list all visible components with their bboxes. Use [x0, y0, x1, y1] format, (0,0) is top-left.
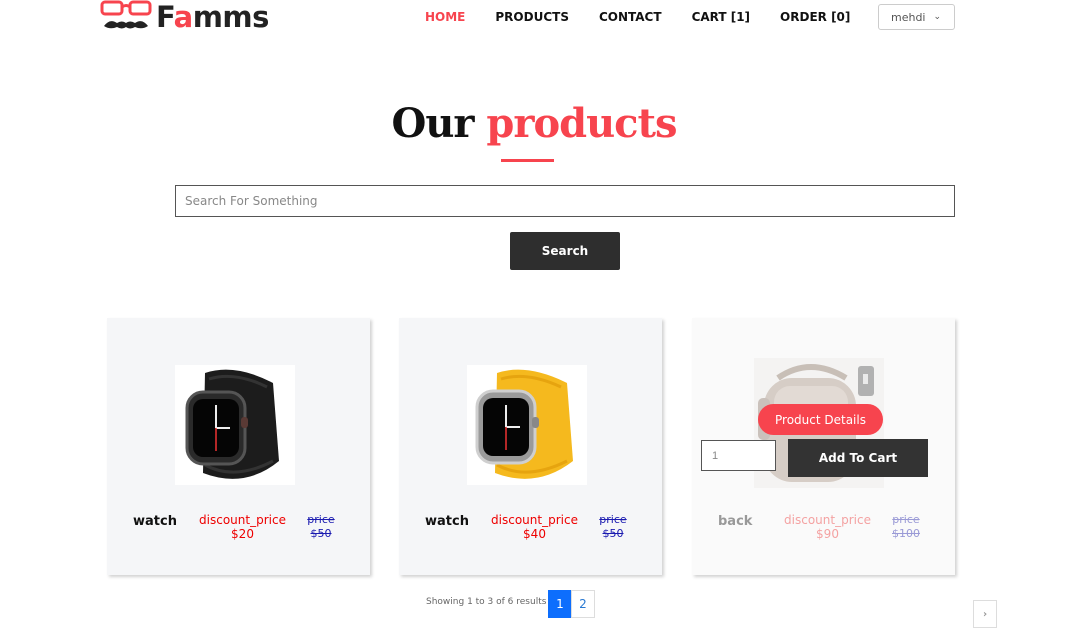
- product-name: watch: [425, 514, 469, 529]
- quantity-input[interactable]: [701, 440, 776, 471]
- nav-home[interactable]: HOME: [425, 10, 465, 24]
- add-to-cart-button[interactable]: Add To Cart: [788, 439, 928, 477]
- site-header: Famms HOME PRODUCTS CONTACT CART [1] ORD…: [0, 0, 1068, 40]
- pagination: ‹ 1 2 ›: [548, 590, 997, 628]
- discount-price: discount_price $90: [784, 513, 871, 541]
- nav-cart[interactable]: CART [1]: [692, 10, 750, 24]
- pagination-info: Showing 1 to 3 of 6 results: [426, 597, 547, 607]
- page-title-part1: Our: [391, 100, 474, 147]
- page-title-part2: products: [486, 100, 677, 147]
- page-2-button[interactable]: 2: [571, 590, 595, 618]
- original-price: price $100: [892, 513, 920, 540]
- yellow-watch-icon: [475, 369, 573, 479]
- search-input[interactable]: [175, 185, 955, 217]
- black-watch-icon: [185, 369, 279, 479]
- user-dropdown[interactable]: mehdi ⌄: [878, 4, 955, 30]
- product-name: back: [718, 514, 753, 529]
- product-card[interactable]: watch discount_price $40 price $50: [399, 318, 662, 575]
- page-1-button[interactable]: 1: [548, 590, 572, 618]
- discount-price: discount_price $20: [199, 513, 286, 541]
- discount-price: discount_price $40: [491, 513, 578, 541]
- chevron-down-icon: ⌄: [933, 12, 942, 22]
- original-price: price $50: [307, 513, 335, 540]
- brand-logo[interactable]: Famms: [100, 0, 269, 35]
- nav-products[interactable]: PRODUCTS: [495, 10, 569, 24]
- product-card-hovered[interactable]: Product Details Add To Cart back discoun…: [692, 318, 955, 575]
- brand-name: Famms: [156, 0, 269, 34]
- title-underline: [501, 159, 554, 162]
- nav-order[interactable]: ORDER [0]: [780, 10, 850, 24]
- original-price: price $50: [599, 513, 627, 540]
- page-title: Our products: [0, 100, 1068, 147]
- product-name: watch: [133, 514, 177, 529]
- product-details-button[interactable]: Product Details: [758, 404, 883, 435]
- main-nav: HOME PRODUCTS CONTACT CART [1] ORDER [0]: [425, 10, 880, 24]
- glasses-mustache-icon: [100, 0, 152, 29]
- search-button[interactable]: Search: [510, 232, 620, 270]
- product-image[interactable]: [175, 365, 295, 485]
- nav-contact[interactable]: CONTACT: [599, 10, 662, 24]
- product-image[interactable]: [467, 365, 587, 485]
- product-card[interactable]: watch discount_price $20 price $50: [107, 318, 370, 575]
- user-name: mehdi: [891, 10, 926, 24]
